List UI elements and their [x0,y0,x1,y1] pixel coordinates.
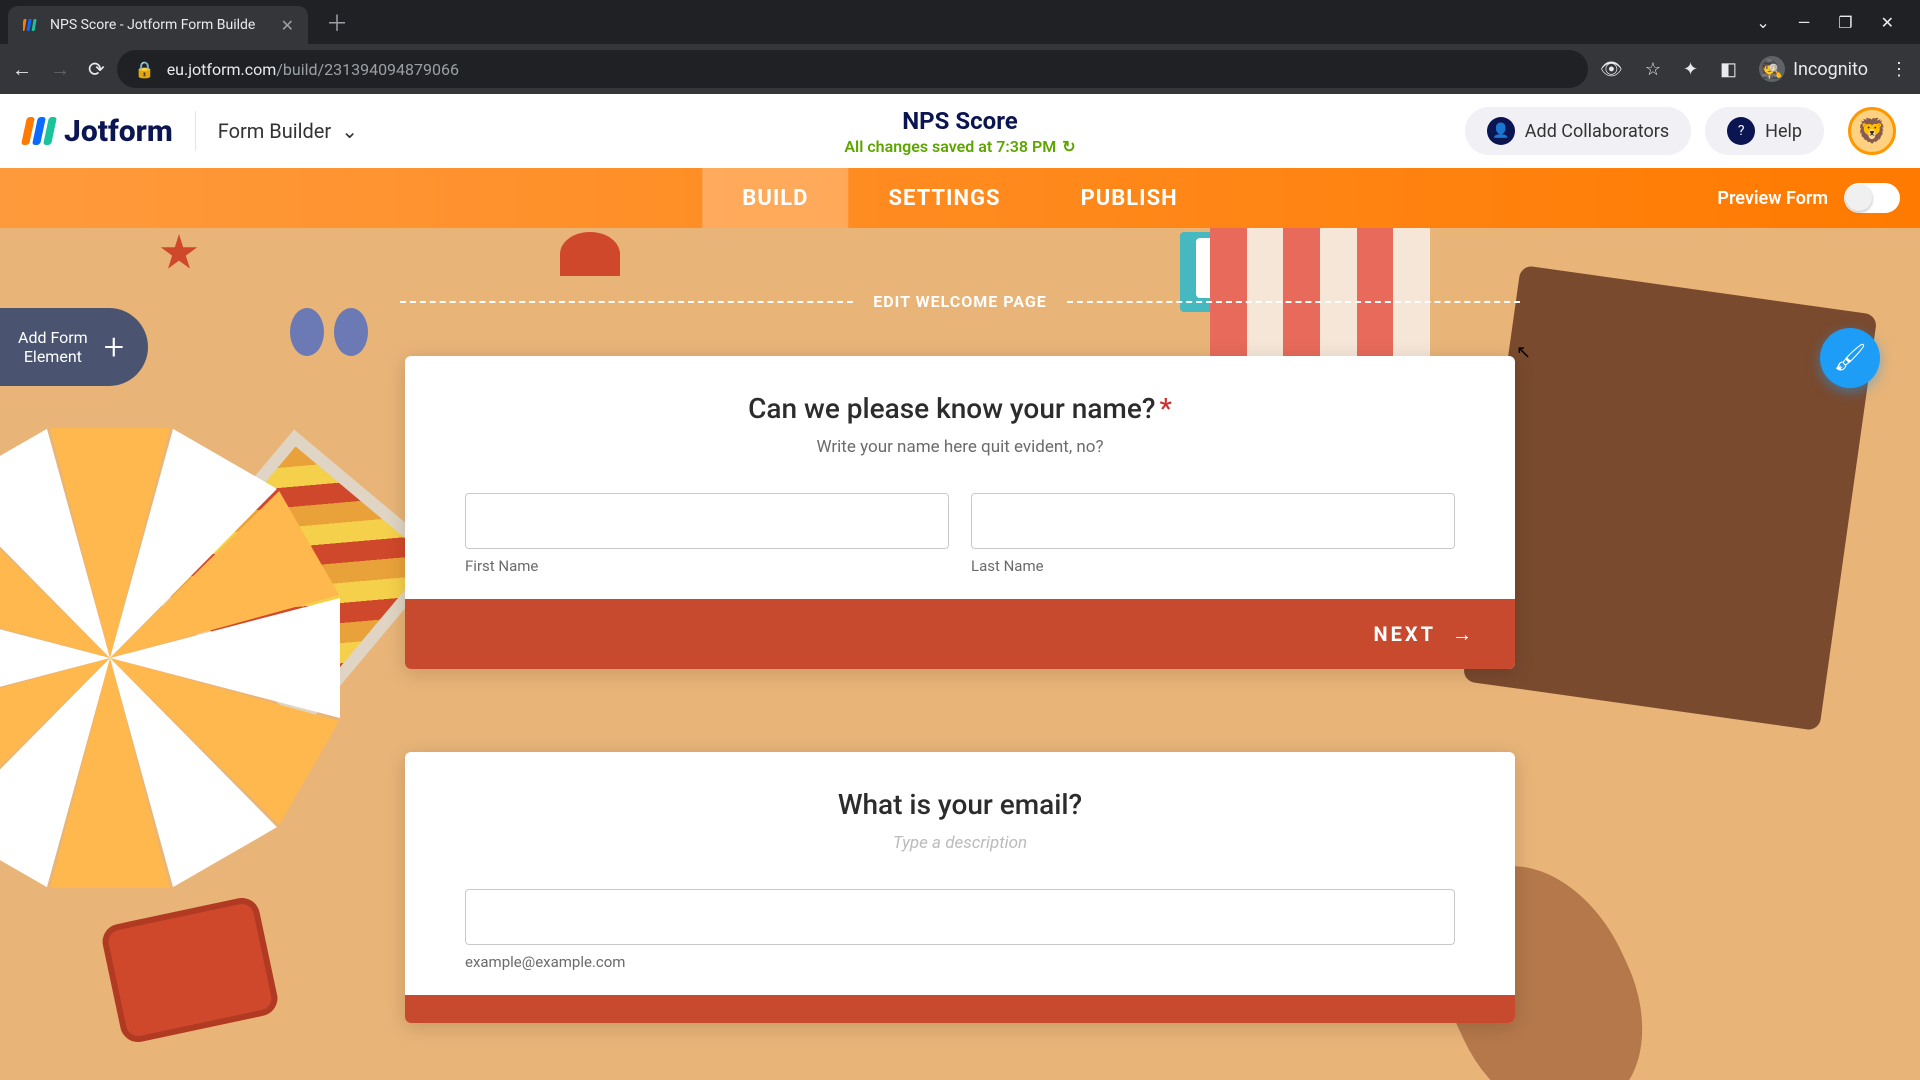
maximize-window-icon[interactable]: ❐ [1838,13,1852,32]
divider-line [400,301,853,303]
incognito-icon: 🕵 [1759,56,1785,82]
close-window-icon[interactable]: ✕ [1881,13,1894,32]
side-panel-icon[interactable]: ◧ [1720,59,1737,80]
first-name-label: First Name [465,557,949,575]
arrow-right-icon: → [1452,622,1475,647]
address-bar[interactable]: 🔒 eu.jotform.com/build/231394094879066 [117,50,1588,88]
email-hint-label: example@example.com [465,953,1455,971]
forward-icon: → [50,57,70,82]
minimize-window-icon[interactable]: ― [1798,13,1811,32]
jotform-favicon-icon [22,16,40,34]
header-divider [195,111,196,151]
last-name-label: Last Name [971,557,1455,575]
lock-icon: 🔒 [135,60,155,79]
required-asterisk: * [1159,392,1171,425]
brand-name: Jotform [64,114,173,149]
jotform-logo[interactable]: Jotform [24,114,173,149]
eye-off-icon[interactable]: 👁 [1600,59,1623,80]
url-path: /build/231394094879066 [276,60,459,79]
mouse-cursor-icon: ↖ [1516,342,1531,363]
next-label: NEXT [1374,622,1436,646]
tab-title: NPS Score - Jotform Form Builde [50,17,271,33]
tab-build[interactable]: BUILD [702,168,848,228]
form-designer-button[interactable]: 🖌 [1820,328,1880,388]
extensions-icon[interactable]: ✦ [1683,59,1698,80]
email-input[interactable] [465,889,1455,945]
incognito-badge[interactable]: 🕵 Incognito [1759,56,1868,82]
reload-icon[interactable]: ⟳ [88,57,105,81]
incognito-label: Incognito [1793,59,1868,80]
add-element-label: Add Form Element [18,328,88,366]
divider-line [1067,301,1520,303]
help-label: Help [1765,121,1802,142]
collab-label: Add Collaborators [1525,121,1669,142]
first-name-input[interactable] [465,493,949,549]
browser-tab[interactable]: NPS Score - Jotform Form Builde ✕ [8,6,308,44]
avatar[interactable]: 🦁 [1848,107,1896,155]
question-description[interactable]: Write your name here quit evident, no? [465,437,1455,457]
refresh-icon: ↻ [1062,137,1075,156]
chevron-down-icon[interactable]: ⌄ [1756,13,1769,32]
form-builder-label: Form Builder [218,119,331,143]
form-card-name[interactable]: Can we please know your name?* Write you… [405,356,1515,669]
tab-settings[interactable]: SETTINGS [848,168,1040,228]
plus-icon: + [104,326,124,368]
paint-roller-icon: 🖌 [1833,343,1866,373]
question-title[interactable]: What is your email? [465,788,1455,821]
add-form-element-button[interactable]: Add Form Element + [0,308,148,386]
close-tab-icon[interactable]: ✕ [281,16,294,35]
preview-toggle[interactable] [1844,183,1900,213]
chevron-down-icon: ⌄ [341,119,358,143]
url-host: eu.jotform.com [167,60,277,79]
edit-welcome-page-button[interactable]: EDIT WELCOME PAGE [873,292,1047,311]
form-card-email[interactable]: What is your email? Type a description e… [405,752,1515,1023]
bookmark-star-icon[interactable]: ☆ [1645,59,1661,80]
help-icon: ? [1727,117,1755,145]
add-collaborators-button[interactable]: 👤 Add Collaborators [1465,107,1691,155]
next-button[interactable]: NEXT → [1374,622,1475,647]
help-button[interactable]: ? Help [1705,107,1824,155]
question-title[interactable]: Can we please know your name?* [465,392,1455,425]
new-tab-button[interactable]: ＋ [326,6,348,38]
kebab-menu-icon[interactable]: ⋮ [1890,59,1908,80]
user-icon: 👤 [1487,117,1515,145]
jotform-logo-icon [24,117,54,145]
last-name-input[interactable] [971,493,1455,549]
back-icon[interactable]: ← [12,57,32,82]
question-description-placeholder[interactable]: Type a description [465,833,1455,853]
preview-form-label: Preview Form [1717,188,1828,209]
form-builder-dropdown[interactable]: Form Builder ⌄ [218,119,358,143]
tab-publish[interactable]: PUBLISH [1041,168,1218,228]
page-title[interactable]: NPS Score [844,107,1075,135]
save-status: All changes saved at 7:38 PM ↻ [844,137,1075,156]
